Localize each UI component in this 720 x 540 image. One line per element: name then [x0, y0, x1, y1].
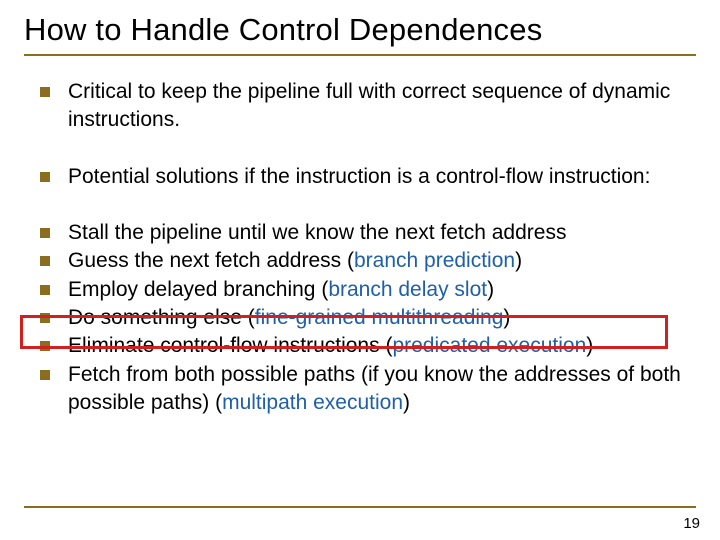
- bullet-item: Eliminate control-flow instructions (pre…: [28, 332, 696, 360]
- bullet-text: Potential solutions if the instruction i…: [68, 163, 696, 191]
- bullet-text: Employ delayed branching (branch delay s…: [68, 276, 696, 304]
- square-bullet-icon: [40, 87, 50, 97]
- slide: How to Handle Control Dependences Critic…: [0, 0, 720, 540]
- bullet-item: Fetch from both possible paths (if you k…: [28, 361, 696, 418]
- term-branch-delay-slot: branch delay slot: [328, 278, 487, 301]
- bullet-text: Critical to keep the pipeline full with …: [68, 78, 696, 135]
- square-bullet-icon: [40, 313, 50, 323]
- term-branch-prediction: branch prediction: [354, 249, 515, 272]
- bullet-item: Potential solutions if the instruction i…: [28, 163, 696, 191]
- bullet-item: Critical to keep the pipeline full with …: [28, 78, 696, 135]
- bottom-underline: [24, 506, 696, 508]
- spacer: [28, 191, 696, 219]
- bullet-text: Eliminate control-flow instructions (pre…: [68, 332, 696, 360]
- square-bullet-icon: [40, 341, 50, 351]
- term-predicated-execution: predicated execution: [392, 334, 586, 357]
- bullet-item: Do something else (fine-grained multithr…: [28, 304, 696, 332]
- bullet-item: Stall the pipeline until we know the nex…: [28, 219, 696, 247]
- square-bullet-icon: [40, 172, 50, 182]
- title-underline: [24, 54, 696, 56]
- slide-body: Critical to keep the pipeline full with …: [24, 78, 696, 417]
- bullet-text: Fetch from both possible paths (if you k…: [68, 361, 696, 418]
- spacer: [28, 135, 696, 163]
- page-number: 19: [683, 515, 700, 532]
- bullet-text: Guess the next fetch address (branch pre…: [68, 247, 696, 275]
- bullet-text: Stall the pipeline until we know the nex…: [68, 219, 696, 247]
- slide-title: How to Handle Control Dependences: [24, 12, 696, 48]
- square-bullet-icon: [40, 256, 50, 266]
- term-multipath-execution: multipath execution: [222, 391, 403, 414]
- bullet-item: Guess the next fetch address (branch pre…: [28, 247, 696, 275]
- bullet-text: Do something else (fine-grained multithr…: [68, 304, 696, 332]
- square-bullet-icon: [40, 228, 50, 238]
- square-bullet-icon: [40, 285, 50, 295]
- square-bullet-icon: [40, 370, 50, 380]
- bullet-item-highlighted: Employ delayed branching (branch delay s…: [28, 276, 696, 304]
- term-fine-grained-multithreading: fine-grained multithreading: [255, 306, 504, 329]
